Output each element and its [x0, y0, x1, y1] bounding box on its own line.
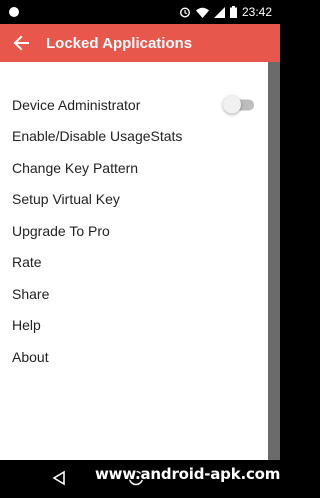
menu-item-label: About: [12, 348, 49, 365]
menu-item-label: Device Administrator: [12, 96, 141, 113]
arrow-left-icon: [13, 35, 29, 51]
menu-item-label: Help: [12, 317, 41, 334]
menu-item-label: Share: [12, 285, 50, 302]
toggle-thumb: [223, 95, 241, 114]
menu-item-help[interactable]: Help: [0, 310, 268, 342]
cellular-icon: [213, 6, 225, 18]
menu-item-device-administrator[interactable]: Device Administrator: [0, 89, 268, 121]
menu-item-setup-virtual-key[interactable]: Setup Virtual Key: [0, 184, 268, 216]
menu-item-share[interactable]: Share: [0, 278, 268, 310]
menu-item-usagestats[interactable]: Enable/Disable UsageStats: [0, 121, 268, 153]
device-admin-toggle[interactable]: [223, 95, 254, 114]
app-bar: Locked Applications: [0, 24, 280, 62]
menu-panel: Device Administrator Enable/Disable Usag…: [0, 62, 268, 460]
alarm-icon: [179, 7, 190, 18]
menu-item-label: Rate: [12, 254, 42, 271]
notification-dot-icon: [9, 7, 19, 17]
wifi-icon: [195, 7, 209, 18]
menu-item-label: Change Key Pattern: [12, 159, 139, 176]
back-triangle-icon[interactable]: [52, 470, 66, 486]
status-right: 23:42: [179, 5, 272, 19]
menu-item-rate[interactable]: Rate: [0, 247, 268, 279]
status-bar: 23:42: [0, 0, 280, 24]
battery-icon: [229, 6, 237, 18]
menu-item-label: Setup Virtual Key: [12, 191, 120, 208]
menu-item-label: Enable/Disable UsageStats: [12, 128, 183, 145]
watermark: www.android-apk.com: [95, 465, 281, 483]
menu-list: Device Administrator Enable/Disable Usag…: [0, 62, 268, 373]
status-time: 23:42: [241, 5, 272, 19]
back-button[interactable]: [10, 32, 32, 54]
menu-item-about[interactable]: About: [0, 341, 268, 373]
menu-item-change-key-pattern[interactable]: Change Key Pattern: [0, 152, 268, 184]
menu-item-upgrade-to-pro[interactable]: Upgrade To Pro: [0, 215, 268, 247]
background-scrim[interactable]: [268, 62, 280, 460]
status-left: [8, 6, 20, 18]
menu-item-label: Upgrade To Pro: [12, 222, 110, 239]
page-title: Locked Applications: [46, 34, 193, 52]
